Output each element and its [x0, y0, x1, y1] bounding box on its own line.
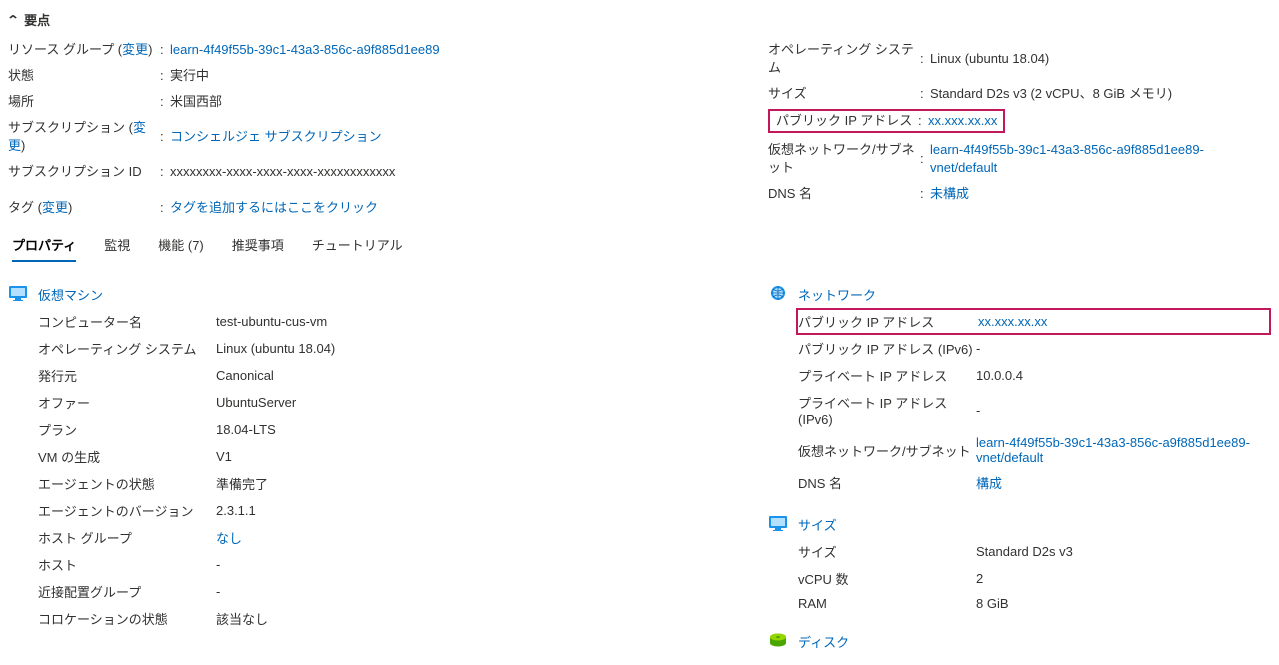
network-icon: [768, 284, 788, 302]
resource-group-link[interactable]: learn-4f49f55b-39c1-43a3-856c-a9f885d1ee…: [170, 41, 440, 59]
disk-icon: [768, 631, 788, 649]
status-value: 実行中: [170, 67, 209, 85]
prop-os-value: Linux (ubuntu 18.04): [216, 341, 335, 356]
computer-name-label: コンピューター名: [38, 312, 216, 331]
agent-status-value: 準備完了: [216, 474, 268, 493]
essentials-toggle[interactable]: ⌃ 要点: [8, 10, 1271, 29]
public-ip-link[interactable]: xx.xxx.xx.xx: [928, 112, 997, 130]
tab-recommendations[interactable]: 推奨事項: [232, 235, 284, 262]
vm-gen-value: V1: [216, 449, 232, 464]
prop-os-label: オペレーティング システム: [38, 339, 216, 358]
net-vnet-link[interactable]: learn-4f49f55b-39c1-43a3-856c-a9f885d1ee…: [976, 435, 1271, 465]
size-section-title[interactable]: サイズ: [798, 514, 837, 534]
subscription-id-label: サブスクリプション ID: [8, 163, 160, 181]
tags-change-link[interactable]: 変更: [42, 200, 68, 215]
public-ip-highlight: パブリック IP アドレス : xx.xxx.xx.xx: [768, 109, 1005, 133]
public-ip-label: パブリック IP アドレス: [776, 112, 918, 130]
os-value: Linux (ubuntu 18.04): [930, 50, 1049, 68]
essentials-grid: リソース グループ (変更) : learn-4f49f55b-39c1-43a…: [8, 41, 1271, 217]
location-value: 米国西部: [170, 93, 222, 111]
resource-group-label: リソース グループ (: [8, 42, 122, 57]
os-label: オペレーティング システム: [768, 41, 920, 77]
publisher-value: Canonical: [216, 368, 274, 383]
host-value: -: [216, 557, 220, 572]
colocation-label: コロケーションの状態: [38, 609, 216, 628]
network-public-ip-highlight: パブリック IP アドレス xx.xxx.xx.xx: [796, 308, 1271, 335]
net-private-ip-v6-value: -: [976, 403, 980, 418]
network-section-title[interactable]: ネットワーク: [798, 284, 876, 304]
disk-section-title[interactable]: ディスク: [798, 631, 849, 651]
computer-name-value: test-ubuntu-cus-vm: [216, 314, 327, 329]
agent-version-value: 2.3.1.1: [216, 503, 256, 518]
vcpu-value: 2: [976, 571, 983, 586]
chevron-up-icon: ⌃: [6, 13, 19, 27]
net-dns-label: DNS 名: [798, 473, 976, 492]
agent-version-label: エージェントのバージョン: [38, 501, 216, 520]
agent-status-label: エージェントの状態: [38, 474, 216, 493]
location-label: 場所: [8, 93, 160, 111]
vm-section-title[interactable]: 仮想マシン: [38, 284, 103, 304]
net-dns-link[interactable]: 構成: [976, 473, 1002, 492]
ppg-value: -: [216, 584, 220, 599]
tab-bar: プロパティ 監視 機能 (7) 推奨事項 チュートリアル: [8, 235, 1271, 262]
offer-label: オファー: [38, 393, 216, 412]
offer-value: UbuntuServer: [216, 395, 296, 410]
subscription-label: サブスクリプション (: [8, 120, 133, 135]
size-icon: [768, 514, 788, 532]
vnet-link[interactable]: learn-4f49f55b-39c1-43a3-856c-a9f885d1ee…: [930, 141, 1271, 177]
colocation-value: 該当なし: [216, 609, 268, 628]
tags-label: タグ (: [8, 200, 42, 215]
vnet-label: 仮想ネットワーク/サブネット: [768, 141, 920, 177]
tags-add-link[interactable]: タグを追加するにはここをクリック: [170, 199, 378, 217]
dns-link[interactable]: 未構成: [930, 185, 969, 203]
size-row-label: サイズ: [798, 542, 976, 561]
subscription-id-value: xxxxxxxx-xxxx-xxxx-xxxx-xxxxxxxxxxxx: [170, 163, 395, 181]
host-group-label: ホスト グループ: [38, 528, 216, 547]
host-label: ホスト: [38, 555, 216, 574]
size-value: Standard D2s v3 (2 vCPU、8 GiB メモリ): [930, 85, 1172, 103]
vcpu-label: vCPU 数: [798, 569, 976, 588]
tab-tutorials[interactable]: チュートリアル: [312, 235, 403, 262]
net-private-ip-v6-label: プライベート IP アドレス (IPv6): [798, 393, 976, 427]
ppg-label: 近接配置グループ: [38, 582, 216, 601]
net-public-ip-v6-value: -: [976, 341, 980, 356]
plan-label: プラン: [38, 420, 216, 439]
vm-gen-label: VM の生成: [38, 447, 216, 466]
net-public-ip-link[interactable]: xx.xxx.xx.xx: [978, 314, 1047, 329]
dns-label: DNS 名: [768, 185, 920, 203]
net-vnet-label: 仮想ネットワーク/サブネット: [798, 441, 976, 460]
tab-monitoring[interactable]: 監視: [104, 235, 130, 262]
essentials-title: 要点: [24, 10, 50, 29]
size-label: サイズ: [768, 85, 920, 103]
host-group-link[interactable]: なし: [216, 528, 242, 547]
tab-capabilities[interactable]: 機能 (7): [158, 235, 204, 262]
publisher-label: 発行元: [38, 366, 216, 385]
resource-group-change-link[interactable]: 変更: [122, 42, 148, 57]
net-private-ip-label: プライベート IP アドレス: [798, 366, 976, 385]
vm-icon: [8, 284, 28, 302]
ram-label: RAM: [798, 596, 976, 611]
status-label: 状態: [8, 67, 160, 85]
tab-properties[interactable]: プロパティ: [12, 235, 76, 262]
plan-value: 18.04-LTS: [216, 422, 276, 437]
net-public-ip-v6-label: パブリック IP アドレス (IPv6): [798, 339, 976, 358]
net-private-ip-value: 10.0.0.4: [976, 368, 1023, 383]
ram-value: 8 GiB: [976, 596, 1009, 611]
size-row-value: Standard D2s v3: [976, 544, 1073, 559]
subscription-link[interactable]: コンシェルジェ サブスクリプション: [170, 128, 382, 146]
net-public-ip-label: パブリック IP アドレス: [798, 312, 978, 331]
